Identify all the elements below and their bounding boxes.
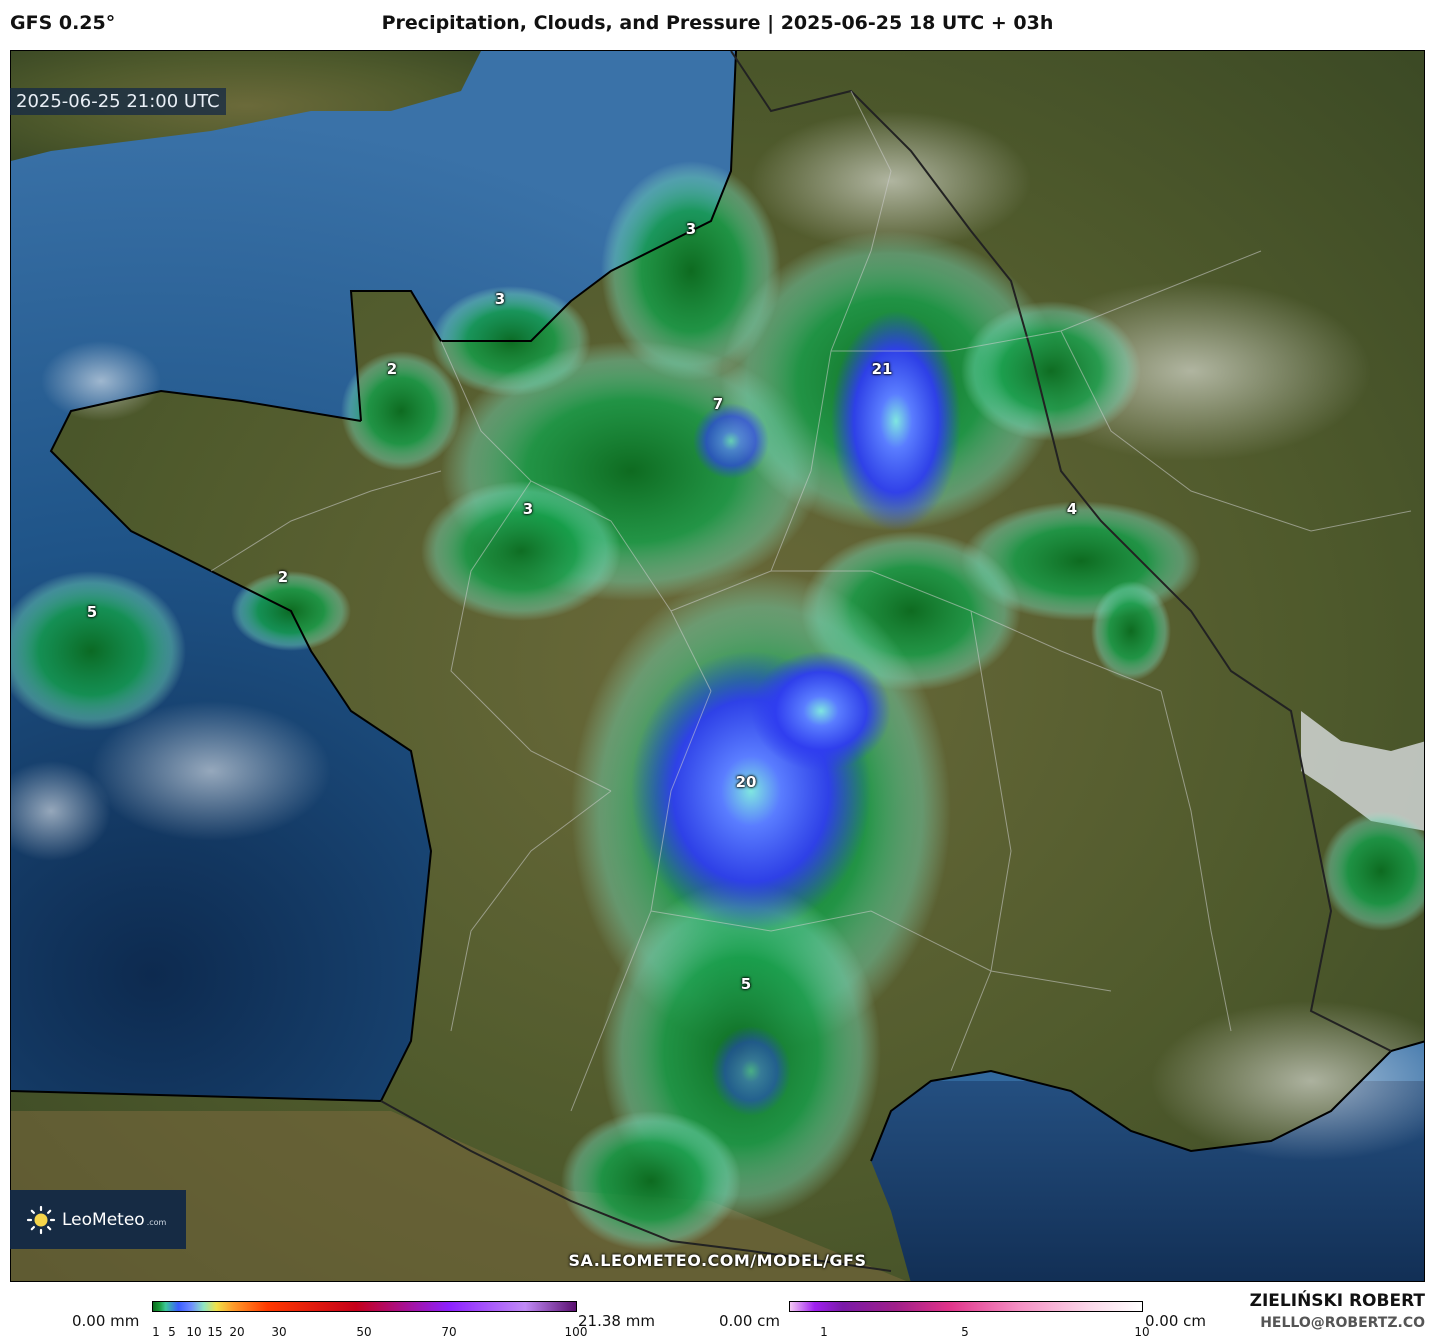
snow-tick: 1 (820, 1325, 828, 1339)
precip-legend-min: 0.00 mm (72, 1312, 140, 1330)
precip-area (1091, 581, 1171, 681)
logo-text: LeoMeteo (62, 1209, 145, 1230)
precip-value-label: 7 (712, 395, 724, 413)
precip-value-label: 21 (871, 360, 893, 378)
snow-colorbar (789, 1301, 1143, 1312)
timestamp-badge: 2025-06-25 21:00 UTC (10, 88, 226, 115)
precip-value-label: 2 (386, 360, 398, 378)
source-url[interactable]: SA.LEOMETEO.COM/MODEL/GFS (0, 1251, 1435, 1270)
leometeo-logo[interactable]: LeoMeteo .com (10, 1190, 186, 1249)
precip-value-label: 2 (277, 568, 289, 586)
snow-legend-min: 0.00 cm (719, 1312, 781, 1330)
weather-map[interactable]: 3 3 2 7 21 3 4 2 5 20 5 (10, 50, 1425, 1282)
heavy-precip-area (693, 403, 769, 479)
precip-tick: 70 (441, 1325, 457, 1339)
precip-area (561, 1111, 741, 1251)
author-name: ZIELIŃSKI ROBERT (1249, 1291, 1425, 1311)
precip-tick: 15 (207, 1325, 223, 1339)
precip-tick: 1 (152, 1325, 160, 1339)
sun-icon (26, 1205, 56, 1234)
precip-value-label: 5 (86, 603, 98, 621)
precip-area (961, 301, 1141, 441)
heavy-precip-area (831, 311, 961, 531)
author-email[interactable]: HELLO@ROBERTZ.CO (1260, 1315, 1425, 1331)
map-canvas (11, 51, 1424, 1281)
snow-legend-max: 0.00 cm (1145, 1312, 1207, 1330)
snow-tick: 10 (1134, 1325, 1150, 1339)
precip-tick: 100 (564, 1325, 588, 1339)
precip-value-label: 3 (494, 290, 506, 308)
precip-colorbar (152, 1301, 577, 1312)
precip-tick: 50 (356, 1325, 372, 1339)
heavy-precip-area (751, 651, 891, 771)
precip-area (421, 481, 621, 621)
precip-tick: 30 (271, 1325, 287, 1339)
precip-tick: 5 (168, 1325, 176, 1339)
precip-legend-max: 21.38 mm (578, 1312, 655, 1330)
map-title: Precipitation, Clouds, and Pressure | 20… (381, 12, 1054, 34)
heavy-precip-area (711, 1026, 791, 1116)
precip-value-label: 3 (685, 220, 697, 238)
logo-suffix: .com (146, 1218, 167, 1227)
snow-tick: 5 (961, 1325, 969, 1339)
precip-value-label: 20 (735, 773, 757, 791)
precip-tick: 20 (229, 1325, 245, 1339)
precip-value-label: 5 (740, 975, 752, 993)
precip-value-label: 3 (522, 500, 534, 518)
cloud-area (41, 341, 161, 421)
precip-value-label: 4 (1066, 500, 1078, 518)
precip-tick: 10 (186, 1325, 202, 1339)
